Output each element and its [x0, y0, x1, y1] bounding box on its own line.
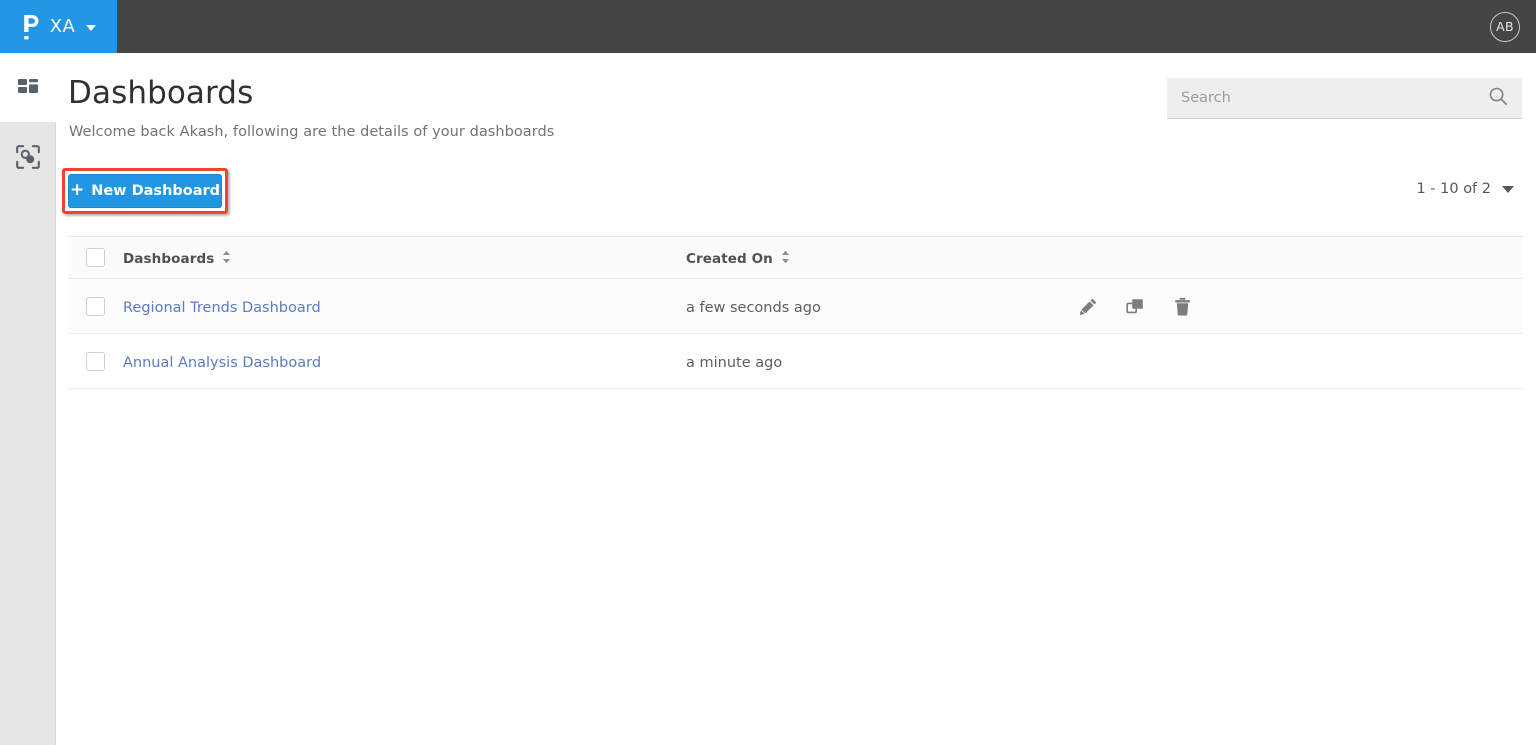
pagination-range: 1 - 10 of 2: [1416, 181, 1491, 197]
row-date-cell: a minute ago: [686, 352, 1076, 371]
main-content: Dashboards Welcome back Akash, following…: [57, 53, 1536, 745]
row-name-cell: Regional Trends Dashboard: [123, 297, 686, 316]
avatar[interactable]: AB: [1490, 12, 1520, 42]
copy-icon[interactable]: [1125, 295, 1145, 317]
column-label-dashboards: Dashboards: [123, 251, 214, 267]
brand-menu[interactable]: XA: [0, 0, 117, 53]
row-checkbox[interactable]: [86, 352, 105, 371]
row-name-cell: Annual Analysis Dashboard: [123, 352, 686, 371]
row-actions: [1076, 295, 1523, 317]
created-on-value: a few seconds ago: [686, 300, 821, 316]
pagination-control[interactable]: 1 - 10 of 2: [1416, 181, 1514, 197]
sidebar-item-dashboards[interactable]: [0, 53, 56, 122]
dashboard-link[interactable]: Regional Trends Dashboard: [123, 300, 321, 316]
row-select-cell[interactable]: [68, 297, 123, 316]
avatar-initials: AB: [1496, 19, 1514, 34]
p-mark-logo-icon: [21, 14, 41, 40]
chevron-down-icon: [86, 25, 96, 31]
sort-updown-icon[interactable]: [781, 250, 790, 268]
row-select-cell[interactable]: [68, 352, 123, 371]
sidebar-item-objects[interactable]: [0, 122, 56, 191]
delete-icon[interactable]: [1172, 295, 1192, 317]
brand-label: XA: [50, 16, 75, 37]
sidebar: [0, 53, 56, 745]
row-checkbox[interactable]: [86, 297, 105, 316]
table-row[interactable]: Annual Analysis Dashboard a minute ago: [68, 334, 1523, 389]
dashboards-table: Dashboards Created On: [68, 236, 1523, 389]
plus-icon: +: [70, 182, 84, 199]
sort-updown-icon[interactable]: [222, 250, 231, 268]
dashboard-link[interactable]: Annual Analysis Dashboard: [123, 355, 321, 371]
table-header-row: Dashboards Created On: [68, 236, 1523, 279]
page-subtitle: Welcome back Akash, following are the de…: [69, 124, 554, 140]
top-bar: XA AB: [0, 0, 1536, 53]
column-header-date[interactable]: Created On: [686, 248, 1076, 268]
app-root: XA AB: [0, 0, 1536, 745]
search-box[interactable]: [1167, 78, 1522, 119]
chevron-down-icon[interactable]: [1502, 186, 1514, 193]
table-row[interactable]: Regional Trends Dashboard a few seconds …: [68, 279, 1523, 334]
row-date-cell: a few seconds ago: [686, 297, 1076, 316]
dashboard-grid-icon: [16, 76, 40, 100]
edit-icon[interactable]: [1078, 295, 1098, 317]
new-dashboard-label: New Dashboard: [91, 183, 220, 199]
search-input[interactable]: [1181, 90, 1488, 106]
created-on-value: a minute ago: [686, 355, 782, 371]
select-all-cell[interactable]: [68, 248, 123, 267]
select-all-checkbox[interactable]: [86, 248, 105, 267]
new-dashboard-button[interactable]: + New Dashboard: [68, 174, 222, 208]
column-label-created-on: Created On: [686, 251, 773, 267]
focus-objects-icon: [15, 144, 41, 170]
page-title: Dashboards: [68, 75, 253, 111]
new-dashboard-highlight: + New Dashboard: [62, 168, 228, 214]
column-header-name[interactable]: Dashboards: [123, 248, 686, 268]
search-icon[interactable]: [1488, 86, 1508, 110]
